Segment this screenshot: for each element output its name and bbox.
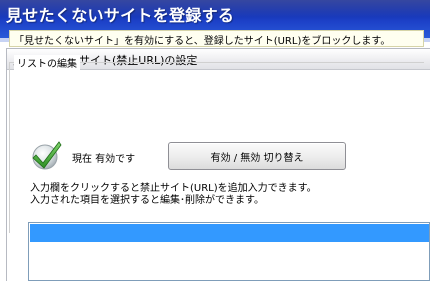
info-text: 「見せたくないサイト」を有効にすると、登録したサイト(URL)をブロックします。 [14, 36, 391, 47]
instruction-edit: 入力された項目を選択すると編集･削除ができます。 [30, 195, 264, 206]
list-edit-group-title: リストの編集 [14, 55, 80, 70]
instruction-add: 入力欄をクリックすると禁止サイト(URL)を追加入力できます。 [30, 183, 317, 194]
toggle-enable-button[interactable]: 有効 / 無効 切り替え [168, 142, 346, 170]
status-text: 現在 有効です [72, 154, 136, 165]
info-box: 「見せたくないサイト」を有効にすると、登録したサイト(URL)をブロックします。 [9, 30, 424, 47]
blocked-sites-window: 見せたくないサイトを登録する 見せたくないサイト(禁止URL)の設定 「見せたく… [0, 0, 430, 281]
checkmark-icon [32, 141, 62, 170]
page-title: 見せたくないサイトを登録する [6, 6, 235, 25]
list-item-selected[interactable] [30, 224, 429, 242]
blocked-url-list[interactable] [28, 222, 430, 281]
